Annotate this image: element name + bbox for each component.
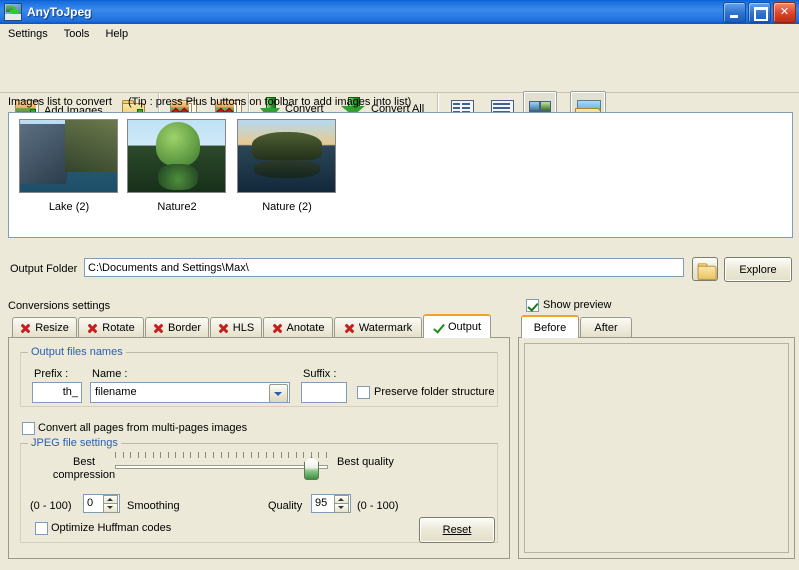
x-icon — [272, 323, 283, 334]
tab-label: Output — [447, 321, 482, 333]
quality-slider[interactable] — [115, 452, 328, 480]
suffix-input[interactable] — [301, 382, 347, 403]
window-title: AnyToJpeg — [27, 5, 92, 19]
tab-label: HLS — [232, 322, 255, 334]
browse-folder-button[interactable] — [692, 257, 718, 281]
preview-canvas — [524, 343, 789, 553]
x-icon — [153, 323, 164, 334]
tab-hls[interactable]: HLS — [210, 317, 262, 338]
optimize-huffman-checkbox[interactable] — [35, 522, 48, 535]
quality-spinner[interactable]: 95 — [311, 494, 351, 513]
reset-button[interactable]: Reset — [419, 517, 495, 543]
show-preview-label: Show preview — [543, 299, 612, 311]
suffix-label: Suffix : — [303, 368, 337, 380]
spinner-down-icon[interactable] — [334, 503, 349, 513]
minimize-button[interactable] — [723, 2, 746, 23]
list-item[interactable]: Lake (2) — [19, 119, 119, 213]
images-list-box[interactable]: Lake (2) Nature2 Nature (2) — [8, 112, 793, 238]
convert-all-pages-label: Convert all pages from multi-pages image… — [38, 422, 248, 434]
best-quality-label: Best quality — [337, 456, 394, 468]
tab-label: Rotate — [102, 322, 135, 334]
tab-anotate[interactable]: Anotate — [263, 317, 333, 338]
thumbnail-caption: Nature (2) — [262, 201, 312, 213]
tab-before[interactable]: Before — [521, 315, 579, 338]
images-list-label: Images list to convert — [8, 96, 112, 108]
tab-label: Anotate — [286, 322, 325, 334]
smoothing-label: Smoothing — [127, 500, 180, 512]
thumbnail-caption: Lake (2) — [48, 201, 90, 213]
tab-output[interactable]: Output — [423, 314, 491, 338]
name-combo-value: filename — [95, 386, 137, 398]
x-icon — [87, 323, 98, 334]
name-label: Name : — [92, 368, 128, 380]
x-icon — [20, 323, 31, 334]
tab-label: Before — [533, 321, 567, 334]
clipped-right-edge-control — [785, 296, 799, 322]
close-button[interactable]: ✕ — [773, 2, 796, 23]
conversions-settings-label: Conversions settings — [8, 300, 111, 312]
name-combo[interactable]: filename — [90, 382, 290, 403]
application-window: AnyToJpeg ✕ Settings Tools Help Add Imag… — [0, 0, 799, 570]
folder-browse-icon — [697, 262, 717, 280]
restore-button[interactable] — [748, 2, 771, 23]
jpeg-file-settings-caption: JPEG file settings — [28, 437, 121, 449]
tab-after[interactable]: After — [580, 317, 632, 338]
show-preview-checkbox[interactable] — [526, 299, 539, 312]
convert-all-pages-checkbox[interactable] — [22, 422, 35, 435]
images-list-tip: (Tip : press Plus buttons on toolbar to … — [128, 96, 412, 108]
chevron-down-icon[interactable] — [269, 384, 288, 402]
title-bar: AnyToJpeg ✕ — [0, 0, 799, 24]
thumbnail-caption: Nature2 — [157, 201, 197, 213]
explore-button[interactable]: Explore — [724, 257, 792, 282]
app-icon — [4, 3, 22, 21]
window-controls: ✕ — [723, 2, 796, 23]
optimize-huffman-label: Optimize Huffman codes — [51, 522, 172, 534]
preserve-folder-structure-checkbox[interactable] — [357, 386, 370, 399]
output-files-names-caption: Output files names — [28, 346, 126, 358]
tab-border[interactable]: Border — [145, 317, 209, 338]
preserve-folder-structure-label: Preserve folder structure — [374, 386, 495, 398]
tab-rotate[interactable]: Rotate — [78, 317, 144, 338]
x-icon — [344, 323, 355, 334]
tab-label: Resize — [35, 322, 69, 334]
quality-range-label: (0 - 100) — [357, 500, 399, 512]
thumbnail-image — [19, 119, 118, 193]
spinner-down-icon[interactable] — [103, 503, 118, 513]
check-icon — [433, 322, 444, 333]
x-icon — [218, 323, 229, 334]
prefix-input[interactable]: th_ — [32, 382, 82, 403]
smoothing-range-label: (0 - 100) — [30, 500, 72, 512]
prefix-label: Prefix : — [34, 368, 69, 380]
menu-item-tools[interactable]: Tools — [56, 26, 98, 42]
output-folder-label: Output Folder — [10, 263, 78, 275]
list-item[interactable]: Nature2 — [127, 119, 227, 213]
menu-item-help[interactable]: Help — [97, 26, 136, 42]
best-compression-label-line1: Best — [72, 456, 95, 468]
tab-resize[interactable]: Resize — [12, 317, 77, 338]
list-item[interactable]: Nature (2) — [237, 119, 337, 213]
slider-ticks — [115, 452, 328, 461]
quality-value: 95 — [315, 497, 328, 509]
output-folder-input[interactable]: C:\Documents and Settings\Max\ — [84, 258, 684, 277]
tab-label: After — [594, 322, 618, 334]
smoothing-value: 0 — [87, 497, 94, 509]
tab-watermark[interactable]: Watermark — [334, 317, 422, 338]
thumbnail-image — [237, 119, 336, 193]
menu-bar: Settings Tools Help — [0, 24, 799, 43]
reset-button-label: Reset — [442, 524, 472, 536]
quality-label: Quality — [268, 500, 303, 512]
tab-label: Watermark — [358, 322, 413, 334]
thumbnail-image — [127, 119, 226, 193]
preview-pane[interactable] — [518, 337, 795, 559]
menu-item-settings[interactable]: Settings — [0, 26, 56, 42]
toolbar: Add Images Convert Convert All — [0, 43, 799, 131]
smoothing-spinner[interactable]: 0 — [83, 494, 120, 513]
slider-track[interactable] — [115, 465, 328, 469]
tab-label: Border — [167, 322, 202, 334]
